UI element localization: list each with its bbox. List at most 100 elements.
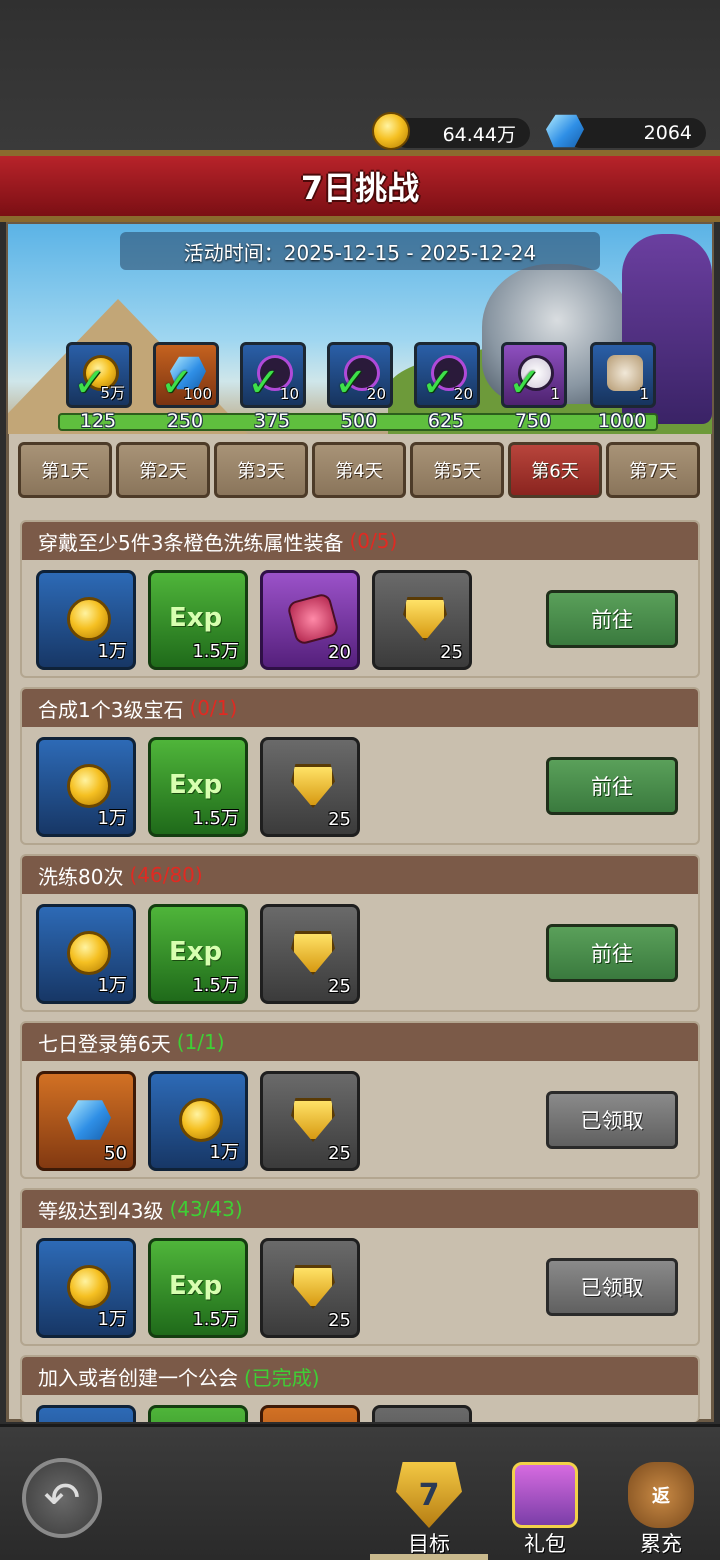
gold-counter: 64.44万 <box>392 118 530 148</box>
reward-qty: 25 <box>328 1310 351 1331</box>
nav-active-indicator <box>370 1554 488 1560</box>
task-progress: (0/1) <box>189 696 238 720</box>
goal-badge-number: 7 <box>418 1477 440 1513</box>
task-card: 穿戴至少5件3条橙色洗练属性装备 (0/5) 1万 Exp 1.5万 20 25… <box>20 520 700 678</box>
back-button[interactable]: ↶ <box>22 1458 102 1538</box>
milestone-reward-1[interactable]: ✓ 5万 <box>66 342 132 408</box>
reward-item[interactable]: 25 <box>260 737 360 837</box>
task-title: 等级达到43级 <box>38 1198 164 1223</box>
check-icon: ✓ <box>421 360 455 406</box>
go-button[interactable]: 前往 <box>546 924 678 982</box>
task-card: 加入或者创建一个公会 (已完成) <box>20 1355 700 1422</box>
milestone-label: 750 <box>514 410 552 432</box>
milestone-reward-5[interactable]: ✓ 20 <box>414 342 480 408</box>
reward-item[interactable]: Exp 1.5万 <box>148 1238 248 1338</box>
check-icon: ✓ <box>334 360 368 406</box>
milestone-reward-6[interactable]: ✓ 1 <box>501 342 567 408</box>
go-button[interactable]: 前往 <box>546 757 678 815</box>
reward-qty: 1万 <box>97 641 127 662</box>
milestone-label: 250 <box>166 410 204 432</box>
task-title: 洗练80次 <box>38 864 124 889</box>
tab-day-3[interactable]: 第3天 <box>214 442 308 498</box>
claimed-button[interactable]: 已领取 <box>546 1091 678 1149</box>
milestone-label: 500 <box>340 410 378 432</box>
shield-icon <box>291 931 335 975</box>
reward-item[interactable]: 50 <box>36 1071 136 1171</box>
reward-item[interactable]: 25 <box>260 904 360 1004</box>
reward-item[interactable]: 20 <box>260 570 360 670</box>
go-button[interactable]: 前往 <box>546 590 678 648</box>
reward-qty: 1.5万 <box>192 641 239 662</box>
milestone-label: 375 <box>253 410 291 432</box>
milestone-qty: 20 <box>453 385 473 403</box>
rune-icon <box>286 592 340 646</box>
task-header: 等级达到43级 (43/43) <box>22 1190 698 1228</box>
reward-item[interactable]: Exp 1.5万 <box>148 737 248 837</box>
reward-qty: 1万 <box>209 1142 239 1163</box>
reward-item[interactable] <box>372 1405 472 1422</box>
tab-day-1[interactable]: 第1天 <box>18 442 112 498</box>
task-title: 加入或者创建一个公会 <box>38 1365 238 1390</box>
milestone-label: 625 <box>427 410 465 432</box>
claimed-button[interactable]: 已领取 <box>546 1258 678 1316</box>
tab-day-4[interactable]: 第4天 <box>312 442 406 498</box>
reward-qty: 50 <box>104 1143 127 1164</box>
tab-day-5[interactable]: 第5天 <box>410 442 504 498</box>
nav-recharge[interactable]: 返 累充 <box>606 1458 716 1558</box>
reward-item[interactable]: Exp 1.5万 <box>148 570 248 670</box>
milestone-reward-3[interactable]: ✓ 10 <box>240 342 306 408</box>
coin-icon <box>67 1265 111 1309</box>
task-progress: (0/5) <box>349 529 398 553</box>
page-title: 7日挑战 <box>300 169 420 207</box>
reward-qty: 1万 <box>97 1309 127 1330</box>
reward-item[interactable] <box>148 1405 248 1422</box>
reward-qty: 1.5万 <box>192 1309 239 1330</box>
task-title: 穿戴至少5件3条橙色洗练属性装备 <box>38 530 344 555</box>
reward-qty: 25 <box>328 809 351 830</box>
gold-amount: 64.44万 <box>442 123 516 146</box>
horse-icon <box>607 355 643 391</box>
reward-qty: 20 <box>328 642 351 663</box>
reward-item[interactable]: 25 <box>372 570 472 670</box>
shield-icon <box>291 1265 335 1309</box>
coin-icon <box>67 764 111 808</box>
title-banner: 7日挑战 <box>0 150 720 222</box>
coin-icon <box>67 931 111 975</box>
reward-item[interactable]: 25 <box>260 1071 360 1171</box>
goal-badge-icon: 7 <box>396 1462 462 1528</box>
milestone-reward-4[interactable]: ✓ 20 <box>327 342 393 408</box>
milestone-label: 125 <box>79 410 117 432</box>
reward-item[interactable]: 1万 <box>36 904 136 1004</box>
task-progress: (46/80) <box>129 863 203 887</box>
milestone-reward-2[interactable]: ✓ 100 <box>153 342 219 408</box>
milestone-qty: 5万 <box>100 384 125 402</box>
task-title: 合成1个3级宝石 <box>38 697 184 722</box>
reward-qty: 25 <box>440 642 463 663</box>
tab-day-6[interactable]: 第6天 <box>508 442 602 498</box>
reward-item[interactable] <box>36 1405 136 1422</box>
reward-item[interactable]: Exp 1.5万 <box>148 904 248 1004</box>
milestone-qty: 1 <box>639 385 649 403</box>
milestone-reward-7[interactable]: 1 <box>590 342 656 408</box>
nav-gift-label: 礼包 <box>524 1532 566 1556</box>
task-progress: (1/1) <box>176 1030 225 1054</box>
tab-day-2[interactable]: 第2天 <box>116 442 210 498</box>
reward-item[interactable]: 1万 <box>36 570 136 670</box>
reward-qty: 1.5万 <box>192 808 239 829</box>
nav-gift[interactable]: 礼包 <box>490 1458 600 1558</box>
reward-item[interactable]: 25 <box>260 1238 360 1338</box>
task-header: 洗练80次 (46/80) <box>22 856 698 894</box>
shield-icon <box>291 1098 335 1142</box>
reward-item[interactable]: 1万 <box>36 1238 136 1338</box>
task-card: 七日登录第6天 (1/1) 50 1万 25 已领取 <box>20 1021 700 1179</box>
check-icon: ✓ <box>247 360 281 406</box>
tab-day-7[interactable]: 第7天 <box>606 442 700 498</box>
reward-item[interactable]: 1万 <box>148 1071 248 1171</box>
reward-item[interactable] <box>260 1405 360 1422</box>
nav-goal[interactable]: 7 目标 <box>374 1458 484 1558</box>
gold-coin-icon <box>372 112 410 150</box>
reward-item[interactable]: 1万 <box>36 737 136 837</box>
milestone-qty: 20 <box>366 385 386 403</box>
milestone-label: 1000 <box>597 410 647 432</box>
milestone-qty: 1 <box>550 385 560 403</box>
